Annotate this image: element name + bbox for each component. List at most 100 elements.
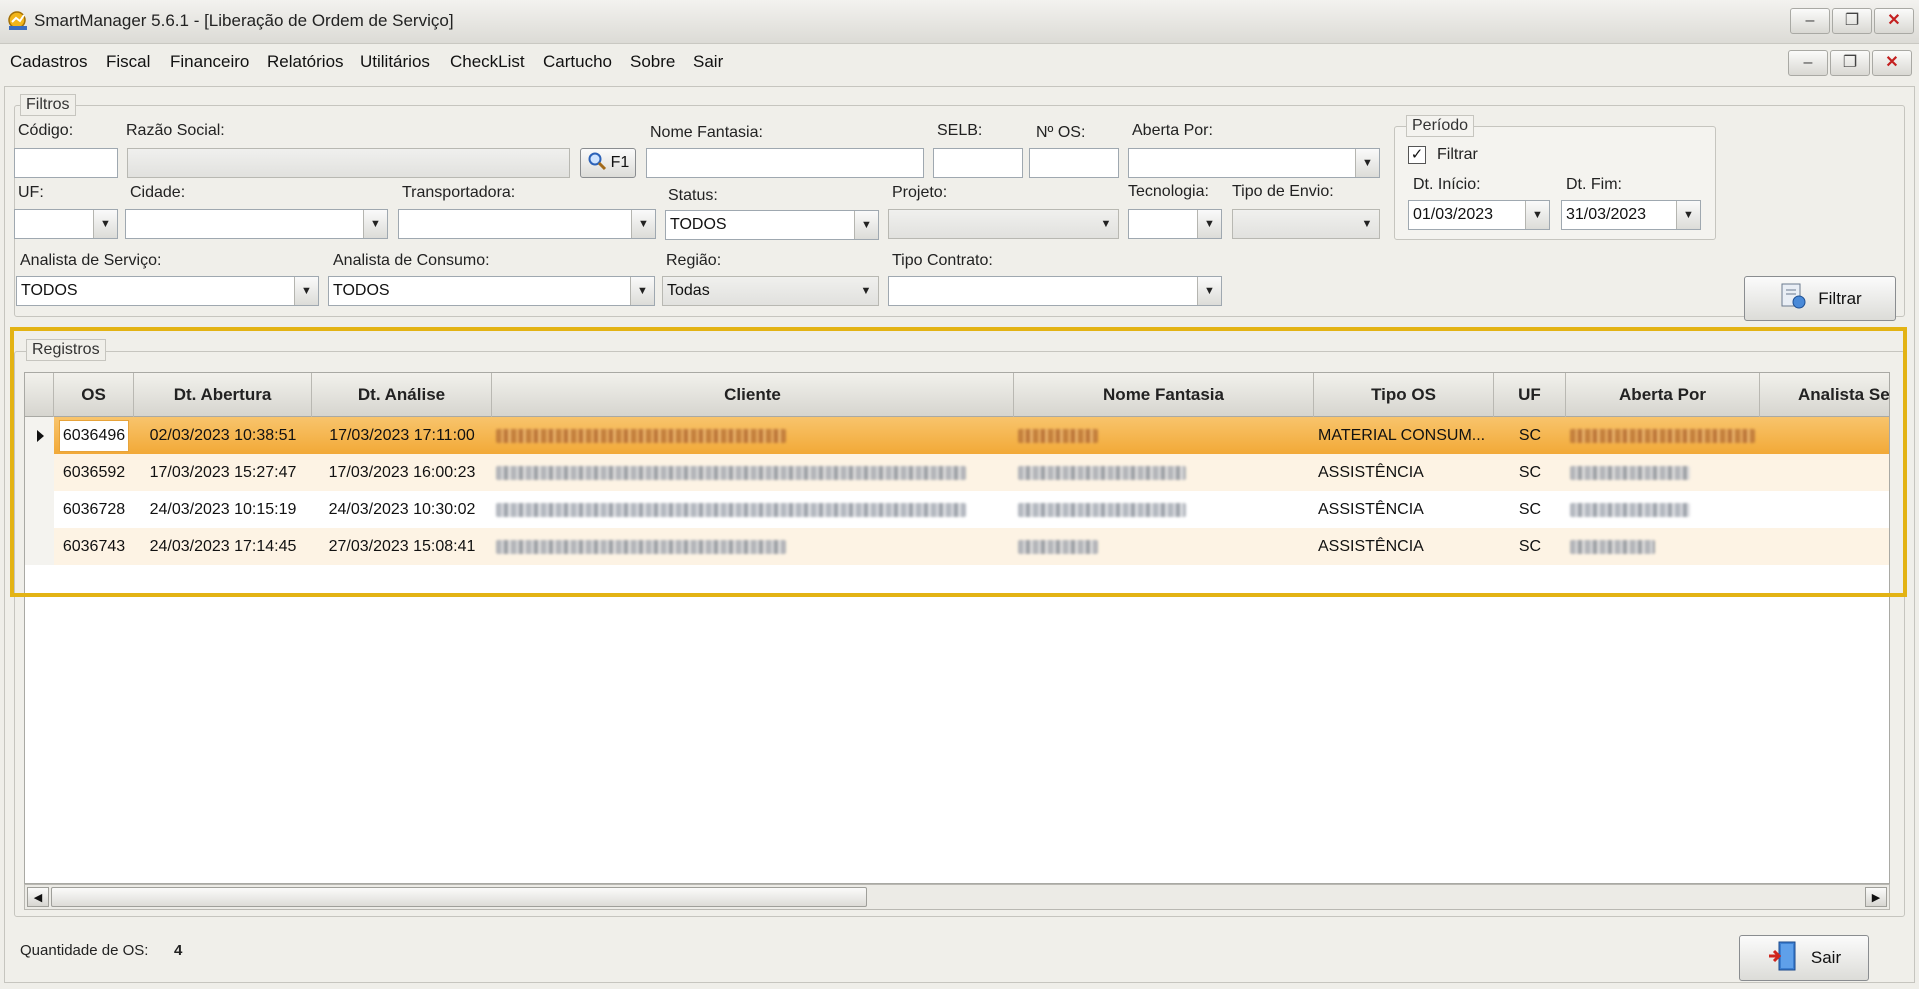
menu-utilitarios[interactable]: Utilitários [360, 52, 430, 72]
dropdown-arrow-icon[interactable]: ▼ [363, 210, 387, 238]
close-icon[interactable]: ✕ [1872, 50, 1912, 76]
dropdown-arrow-icon[interactable]: ▼ [294, 277, 318, 305]
selb-label: SELB: [937, 122, 983, 139]
row-indicator [25, 528, 54, 565]
regiao-value: Todas [667, 282, 710, 299]
sair-button[interactable]: Sair [1739, 935, 1869, 981]
nome-fantasia-input[interactable] [646, 148, 924, 178]
redacted-text [1018, 502, 1186, 517]
menu-relatorios[interactable]: Relatórios [267, 52, 344, 72]
scroll-thumb[interactable] [51, 887, 867, 907]
selb-input[interactable] [933, 148, 1023, 178]
scroll-left-icon[interactable]: ◀ [27, 887, 49, 907]
table-row[interactable]: 6036728 24/03/2023 10:15:19 24/03/2023 1… [25, 491, 1889, 528]
num-os-label: Nº OS: [1036, 124, 1086, 141]
registros-grid[interactable]: OS Dt. Abertura Dt. Análise Cliente Nome… [24, 372, 1890, 884]
dropdown-arrow-icon[interactable]: ▼ [1094, 210, 1118, 238]
razao-social-input[interactable] [127, 148, 570, 178]
dropdown-arrow-icon[interactable]: ▼ [854, 277, 878, 305]
tipo-contrato-select[interactable]: ▼ [888, 276, 1222, 306]
col-tipo-os[interactable]: Tipo OS [1314, 373, 1494, 417]
col-dt-analise[interactable]: Dt. Análise [312, 373, 492, 417]
cell-uf: SC [1518, 426, 1542, 444]
nome-fantasia-label: Nome Fantasia: [650, 124, 763, 141]
dropdown-arrow-icon[interactable]: ▼ [1525, 201, 1549, 229]
dropdown-arrow-icon[interactable]: ▼ [93, 210, 117, 238]
filtrar-periodo-label: Filtrar [1437, 146, 1478, 163]
uf-label: UF: [18, 184, 44, 201]
restore-icon[interactable]: ❐ [1830, 50, 1870, 76]
analista-servico-label: Analista de Serviço: [20, 252, 162, 269]
redacted-text [1570, 502, 1690, 517]
aberta-por-select[interactable]: ▼ [1128, 148, 1380, 178]
dropdown-arrow-icon[interactable]: ▼ [1676, 201, 1700, 229]
cell-os-value: 6036496 [58, 419, 130, 452]
dropdown-arrow-icon[interactable]: ▼ [1355, 210, 1379, 238]
projeto-select[interactable]: ▼ [888, 209, 1119, 239]
dropdown-arrow-icon[interactable]: ▼ [1197, 210, 1221, 238]
regiao-select[interactable]: Todas ▼ [662, 276, 879, 306]
dropdown-arrow-icon[interactable]: ▼ [854, 211, 878, 239]
cell-os[interactable]: 6036728 [54, 491, 134, 528]
cidade-select[interactable]: ▼ [125, 209, 388, 239]
minimize-icon[interactable]: – [1788, 50, 1828, 76]
tipo-envio-select[interactable]: ▼ [1232, 209, 1380, 239]
window-title: SmartManager 5.6.1 - [Liberação de Ordem… [34, 11, 454, 30]
col-dt-abertura[interactable]: Dt. Abertura [134, 373, 312, 417]
uf-select[interactable]: ▼ [14, 209, 118, 239]
dropdown-arrow-icon[interactable]: ▼ [1197, 277, 1221, 305]
cell-aberta-por [1566, 528, 1760, 565]
filtrar-periodo-checkbox[interactable]: ✓ [1408, 146, 1426, 164]
menu-cadastros[interactable]: Cadastros [10, 52, 87, 72]
col-nome-fantasia[interactable]: Nome Fantasia [1014, 373, 1314, 417]
dropdown-arrow-icon[interactable]: ▼ [1355, 149, 1379, 177]
close-icon[interactable]: ✕ [1874, 8, 1914, 34]
restore-icon[interactable]: ❐ [1832, 8, 1872, 34]
menu-sair[interactable]: Sair [693, 52, 723, 72]
redacted-text [1570, 428, 1755, 443]
scroll-right-icon[interactable]: ▶ [1865, 887, 1887, 907]
cell-dt-analise: 27/03/2023 15:08:41 [328, 537, 476, 555]
cell-os[interactable]: 6036592 [54, 454, 134, 491]
redacted-text [1018, 428, 1098, 443]
filtrar-button[interactable]: Filtrar [1744, 276, 1896, 321]
status-label: Status: [668, 187, 718, 204]
tecnologia-select[interactable]: ▼ [1128, 209, 1222, 239]
menu-sobre[interactable]: Sobre [630, 52, 675, 72]
window-controls: – ❐ ✕ [1790, 8, 1914, 34]
col-os[interactable]: OS [54, 373, 134, 417]
dropdown-arrow-icon[interactable]: ▼ [631, 210, 655, 238]
analista-servico-select[interactable]: TODOS ▼ [16, 276, 319, 306]
cell-os[interactable]: 6036496 [54, 417, 134, 454]
cell-uf: SC [1518, 500, 1542, 518]
horizontal-scrollbar[interactable]: ◀ ▶ [24, 884, 1890, 910]
col-uf[interactable]: UF [1494, 373, 1566, 417]
minimize-icon[interactable]: – [1790, 8, 1830, 34]
redacted-text [1570, 539, 1655, 554]
menu-checklist[interactable]: CheckList [450, 52, 525, 72]
col-aberta-por[interactable]: Aberta Por [1566, 373, 1760, 417]
status-select[interactable]: TODOS ▼ [665, 210, 879, 240]
menu-fiscal[interactable]: Fiscal [106, 52, 150, 72]
col-analista-servico[interactable]: Analista Se [1760, 373, 1889, 417]
cell-dt-abertura: 24/03/2023 10:15:19 [149, 500, 297, 518]
transportadora-label: Transportadora: [402, 184, 516, 201]
transportadora-select[interactable]: ▼ [398, 209, 656, 239]
menu-financeiro[interactable]: Financeiro [170, 52, 249, 72]
menu-cartucho[interactable]: Cartucho [543, 52, 612, 72]
search-client-button[interactable]: F1 [580, 148, 636, 178]
num-os-input[interactable] [1029, 148, 1119, 178]
col-cliente[interactable]: Cliente [492, 373, 1014, 417]
cell-nome-fantasia [1014, 454, 1314, 491]
codigo-input[interactable] [14, 148, 118, 178]
cell-cliente [492, 528, 1014, 565]
table-row[interactable]: 6036496 02/03/2023 10:38:51 17/03/2023 1… [25, 417, 1889, 454]
table-row[interactable]: 6036592 17/03/2023 15:27:47 17/03/2023 1… [25, 454, 1889, 491]
dt-inicio-picker[interactable]: 01/03/2023 ▼ [1408, 200, 1550, 230]
dropdown-arrow-icon[interactable]: ▼ [630, 277, 654, 305]
tecnologia-label: Tecnologia: [1128, 183, 1209, 200]
analista-consumo-select[interactable]: TODOS ▼ [328, 276, 655, 306]
dt-fim-picker[interactable]: 31/03/2023 ▼ [1561, 200, 1701, 230]
table-row[interactable]: 6036743 24/03/2023 17:14:45 27/03/2023 1… [25, 528, 1889, 565]
cell-os[interactable]: 6036743 [54, 528, 134, 565]
